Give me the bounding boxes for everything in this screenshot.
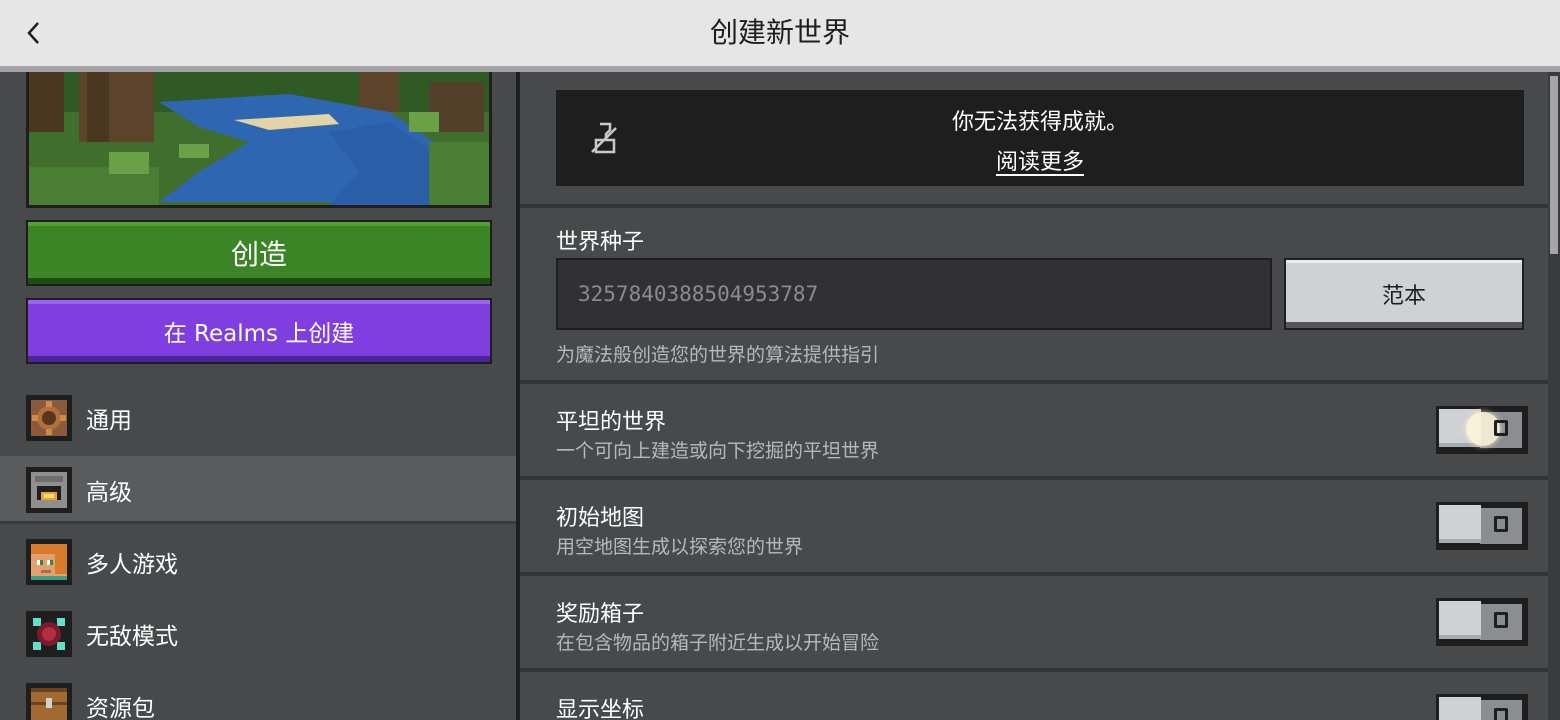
sidebar: 创造 在 Realms 上创建 通用 高级 多人游戏 无敌模式 资源包 [0,72,520,720]
chest-icon [26,683,72,720]
divider [520,204,1548,208]
gear-block-icon [26,395,72,441]
toggle-knob [1439,697,1481,720]
option-description: 在包含物品的箱子附近生成以开始冒险 [556,632,880,654]
top-bar: 创建新世界 [0,0,1560,72]
toggle-off-icon [1494,612,1508,628]
toggle-knob [1439,601,1481,639]
page-title: 创建新世界 [709,16,850,49]
seed-description: 为魔法般创造您的世界的算法提供指引 [556,344,880,366]
sidebar-item-label: 多人游戏 [86,552,178,578]
sidebar-item-label: 资源包 [86,696,155,720]
toggle-off-icon [1494,708,1508,720]
sidebar-item-label: 通用 [86,408,132,434]
scrollbar-thumb[interactable] [1550,76,1558,254]
sidebar-item-general[interactable]: 通用 [0,384,516,452]
toggle-off-icon [1494,516,1508,532]
toggle-knob [1439,505,1481,543]
scrollbar[interactable] [1548,72,1560,720]
show-coordinates-toggle[interactable] [1436,694,1528,720]
banner-message: 你无法获得成就。 [951,110,1128,135]
option-description: 用空地图生成以探索您的世界 [556,536,804,558]
option-title: 平坦的世界 [556,410,667,435]
toggle-off-icon [1494,420,1508,436]
divider [520,476,1548,480]
sidebar-item-multiplayer[interactable]: 多人游戏 [0,528,516,596]
sidebar-item-advanced[interactable]: 高级 [0,456,516,524]
create-button[interactable]: 创造 [26,220,492,286]
divider [520,668,1548,672]
achievements-warning-banner: 你无法获得成就。 阅读更多 [556,90,1524,186]
furnace-icon [26,467,72,513]
world-preview-image [26,72,492,208]
starter-map-toggle[interactable] [1436,502,1528,550]
seed-title: 世界种子 [556,230,645,255]
flat-world-toggle[interactable] [1436,406,1528,454]
alex-head-icon [26,539,72,585]
divider [520,572,1548,576]
option-description: 一个可向上建造或向下挖掘的平坦世界 [556,440,880,462]
end-crystal-icon [26,611,72,657]
bonus-chest-toggle[interactable] [1436,598,1528,646]
seed-input[interactable]: 3257840388504953787 [556,258,1272,330]
read-more-link[interactable]: 阅读更多 [996,150,1084,175]
option-title: 显示坐标 [556,698,645,720]
sidebar-item-cheats[interactable]: 无敌模式 [0,600,516,668]
sidebar-item-label: 高级 [86,480,132,506]
divider [520,380,1548,384]
option-title: 奖励箱子 [556,602,645,627]
template-button[interactable]: 范本 [1284,258,1524,330]
create-on-realms-button[interactable]: 在 Realms 上创建 [26,298,492,364]
sidebar-item-label: 无敌模式 [86,624,178,650]
sidebar-item-resource-packs[interactable]: 资源包 [0,672,516,720]
settings-panel: 你无法获得成就。 阅读更多 世界种子 3257840388504953787 范… [520,72,1560,720]
option-title: 初始地图 [556,506,645,531]
